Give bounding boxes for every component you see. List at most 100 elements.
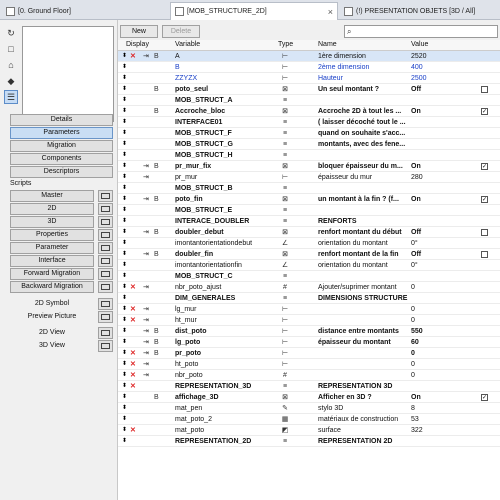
parameter-row[interactable]: ⬍ INTERACE_DOUBLER ≡ RENFORTS xyxy=(118,216,500,227)
list-view-icon[interactable]: ☰ xyxy=(4,90,18,104)
2d-view-label[interactable]: 2D View xyxy=(10,327,94,339)
checkbox[interactable]: ✓ xyxy=(481,163,488,170)
parameter-row[interactable]: ⬍ ⇥ Bpr_mur_fix ⊠ bloquer épaisseur du m... O… xyxy=(118,161,500,172)
parameter-value[interactable]: Off xyxy=(411,249,421,260)
parameter-label[interactable]: Afficher en 3D ? xyxy=(318,392,410,403)
parameter-row[interactable]: ⬍ ✕ mat_poto ◩ surface 322 xyxy=(118,425,500,436)
move-handle-icon[interactable]: ⬍ xyxy=(122,260,127,271)
move-handle-icon[interactable]: ⬍ xyxy=(122,370,127,381)
checkbox[interactable]: ✓ xyxy=(481,108,488,115)
display-column-header[interactable]: Display xyxy=(126,41,149,48)
variable-name[interactable]: lg_poto xyxy=(175,337,271,348)
move-handle-icon[interactable]: ⬍ xyxy=(122,414,127,425)
bold-toggle-icon[interactable]: B xyxy=(154,106,159,117)
parameter-row[interactable]: ⬍ MOB_STRUCT_G ≡ montants, avec des fene... xyxy=(118,139,500,150)
variable-column-header[interactable]: Variable xyxy=(175,41,200,48)
move-handle-icon[interactable]: ⬍ xyxy=(122,106,127,117)
parameter-label[interactable]: un montant à la fin ? (f... xyxy=(318,194,410,205)
descriptors-button[interactable]: Descriptors xyxy=(10,166,113,178)
bold-toggle-icon[interactable]: B xyxy=(154,348,159,359)
parameter-label[interactable]: Ajouter/suprimer montant xyxy=(318,282,410,293)
parameter-row[interactable]: ⬍ MOB_STRUCT_F ≡ quand on souhaite s'acc... xyxy=(118,128,500,139)
variable-name[interactable]: imontantorientationdebut xyxy=(175,238,271,249)
parameter-row[interactable]: ⬍ DIM_GENERALES ≡ DIMENSIONS STRUCTURE xyxy=(118,293,500,304)
bold-toggle-icon[interactable]: B xyxy=(154,194,159,205)
parameter-row[interactable]: ⬍ ✕ ⇥ Bpr_poto ⊢ 0 xyxy=(118,348,500,359)
child-indent-icon[interactable]: ⇥ xyxy=(143,227,149,238)
variable-name[interactable]: ht_poto xyxy=(175,359,271,370)
move-handle-icon[interactable]: ⬍ xyxy=(122,337,127,348)
new-button[interactable]: New xyxy=(120,25,158,38)
script-2d-button[interactable]: 2D xyxy=(10,203,94,215)
script-interface-button[interactable]: Interface xyxy=(10,255,94,267)
window-icon[interactable] xyxy=(98,229,113,241)
parameter-label[interactable]: matériaux de construction xyxy=(318,414,410,425)
type-length-icon[interactable]: ⊢ xyxy=(278,315,292,326)
type-title-icon[interactable]: ≡ xyxy=(278,216,292,227)
parameter-value[interactable]: 2520 xyxy=(411,51,427,62)
parameter-row[interactable]: ⬍ ⇥ Bdoubler_fin ⊠ renfort montant de la fin… xyxy=(118,249,500,260)
value-column-header[interactable]: Value xyxy=(411,41,428,48)
parameter-value[interactable]: 0 xyxy=(411,359,415,370)
type-length-icon[interactable]: ⊢ xyxy=(278,51,292,62)
type-title-icon[interactable]: ≡ xyxy=(278,95,292,106)
parameter-value[interactable]: 53 xyxy=(411,414,419,425)
parameter-row[interactable]: ⬍ ⇥ Blg_poto ⊢ épaisseur du montant 60 xyxy=(118,337,500,348)
script-forward-migration-button[interactable]: Forward Migration xyxy=(10,268,94,280)
parameter-row[interactable]: ⬍ Bpoto_seul ⊠ Un seul montant ? Off xyxy=(118,84,500,95)
parameter-label[interactable]: ( laisser décoché tout le ... xyxy=(318,117,410,128)
hide-icon[interactable]: ✕ xyxy=(130,315,136,326)
parameter-label[interactable]: Un seul montant ? xyxy=(318,84,410,95)
variable-name[interactable]: mat_poto_2 xyxy=(175,414,271,425)
parameter-row[interactable]: ⬍ ✕ ⇥ nbr_poto #0 xyxy=(118,370,500,381)
parameter-row[interactable]: ⬍ B Accroche_bloc ⊠ Accroche 2D à tout les .… xyxy=(118,106,500,117)
variable-name[interactable]: doubler_debut xyxy=(175,227,271,238)
parameter-label[interactable]: renfort montant de la fin xyxy=(318,249,410,260)
move-handle-icon[interactable]: ⬍ xyxy=(122,293,127,304)
variable-name[interactable]: pr_mur xyxy=(175,172,271,183)
bold-toggle-icon[interactable]: B xyxy=(154,227,159,238)
window-icon[interactable] xyxy=(98,242,113,254)
checkbox[interactable] xyxy=(481,251,488,258)
move-handle-icon[interactable]: ⬍ xyxy=(122,62,127,73)
type-int-icon[interactable]: # xyxy=(278,282,292,293)
type-title-icon[interactable]: ≡ xyxy=(278,205,292,216)
move-handle-icon[interactable]: ⬍ xyxy=(122,436,127,447)
child-indent-icon[interactable]: ⇥ xyxy=(143,348,149,359)
parameter-label[interactable]: Accroche 2D à tout les ... xyxy=(318,106,410,117)
move-handle-icon[interactable]: ⬍ xyxy=(122,238,127,249)
delete-button[interactable]: Delete xyxy=(162,25,200,38)
window-icon[interactable] xyxy=(98,311,113,323)
type-length-icon[interactable]: ⊢ xyxy=(278,73,292,84)
type-length-icon[interactable]: ⊢ xyxy=(278,337,292,348)
move-handle-icon[interactable]: ⬍ xyxy=(122,150,127,161)
hide-icon[interactable]: ✕ xyxy=(130,282,136,293)
parameter-label[interactable]: 2ème dimension xyxy=(318,62,410,73)
type-bool-icon[interactable]: ⊠ xyxy=(278,161,292,172)
variable-name[interactable]: ZZYZX xyxy=(175,73,271,84)
parameter-row[interactable]: ⬍ MOB_STRUCT_C ≡ xyxy=(118,271,500,282)
type-title-icon[interactable]: ≡ xyxy=(278,271,292,282)
variable-name[interactable]: dist_poto xyxy=(175,326,271,337)
variable-name[interactable]: poto_seul xyxy=(175,84,271,95)
parameter-label[interactable]: orientation du montant xyxy=(318,260,410,271)
hide-icon[interactable]: ✕ xyxy=(130,51,136,62)
parameter-row[interactable]: ⬍ ⇥ pr_mur ⊢ épaisseur du mur 280 xyxy=(118,172,500,183)
variable-name[interactable]: B xyxy=(175,62,271,73)
parameter-row[interactable]: ⬍ ✕ ⇥ nbr_poto_ajust # Ajouter/suprimer monta… xyxy=(118,282,500,293)
tab-ground-floor[interactable]: [0. Ground Floor] xyxy=(2,2,166,20)
child-indent-icon[interactable]: ⇥ xyxy=(143,282,149,293)
parameter-label[interactable]: renfort montant du début xyxy=(318,227,410,238)
variable-name[interactable]: INTERFACE01 xyxy=(175,117,271,128)
script-properties-button[interactable]: Properties xyxy=(10,229,94,241)
checkbox[interactable]: ✓ xyxy=(481,196,488,203)
bold-toggle-icon[interactable]: B xyxy=(154,392,159,403)
type-material-icon[interactable]: ▦ xyxy=(278,414,292,425)
type-title-icon[interactable]: ≡ xyxy=(278,293,292,304)
type-title-icon[interactable]: ≡ xyxy=(278,128,292,139)
checkbox[interactable] xyxy=(481,229,488,236)
parameter-value[interactable]: 0 xyxy=(411,348,415,359)
parameter-row[interactable]: ⬍ ZZYZX ⊢ Hauteur 2500 xyxy=(118,73,500,84)
parameter-value[interactable]: 0 xyxy=(411,282,415,293)
bold-toggle-icon[interactable]: B xyxy=(154,337,159,348)
